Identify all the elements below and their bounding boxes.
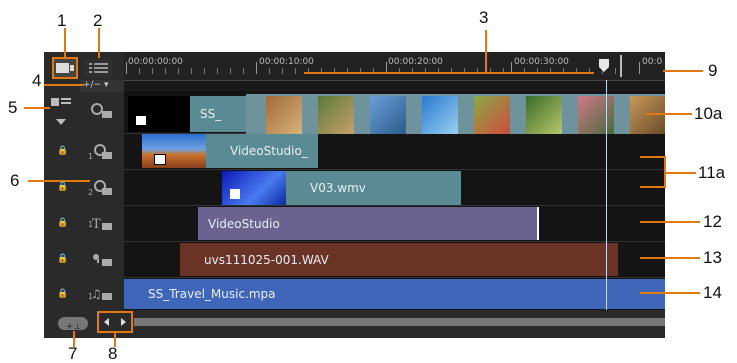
photo-clip[interactable] xyxy=(578,96,614,134)
ruler-label: 00:00:30:00 xyxy=(514,57,569,67)
lock-icon[interactable]: 🔒 xyxy=(57,146,68,156)
add-track-button[interactable]: +⊥ xyxy=(58,317,88,332)
clip-marker-icon xyxy=(154,154,166,165)
callout-line xyxy=(304,72,594,74)
time-ruler[interactable]: 00:00:00:00 00:00:10:00 00:00:20:00 00:0… xyxy=(124,52,665,81)
video-track-icon[interactable] xyxy=(86,99,118,125)
callout-line xyxy=(640,257,700,259)
callout-line xyxy=(98,28,100,58)
photo-clip[interactable] xyxy=(318,96,354,134)
zoom-label: +/− ▾ xyxy=(83,80,109,90)
voice-track-icon[interactable] xyxy=(86,247,118,273)
callout-number: 10a xyxy=(694,104,723,123)
lock-icon[interactable]: 🔒 xyxy=(57,289,68,299)
clip-label: uvs111025-001.WAV xyxy=(204,252,329,267)
callout-number: 7 xyxy=(68,344,78,363)
svg-text:T: T xyxy=(92,217,101,232)
callout-line xyxy=(640,156,666,158)
clip-label: VideoStudio xyxy=(208,216,280,231)
callout-line xyxy=(663,70,703,72)
overlay-clip-2[interactable]: V03.wmv xyxy=(286,171,461,205)
callout-number: 4 xyxy=(32,71,42,90)
callout-line xyxy=(664,172,696,174)
track-number: 1 xyxy=(88,220,94,229)
photo-clip[interactable] xyxy=(422,96,458,134)
callout-line xyxy=(44,84,84,86)
callout-line xyxy=(640,186,666,188)
ruler-label: 00:00:00:00 xyxy=(128,57,183,67)
timeline-view-button[interactable] xyxy=(84,58,112,78)
track-number: 1 xyxy=(88,292,94,301)
overlay-video-thumb[interactable] xyxy=(222,171,286,205)
clip-label: V03.wmv xyxy=(310,181,366,195)
lock-icon[interactable]: 🔒 xyxy=(57,254,68,264)
clip-label: SS_ xyxy=(200,107,222,121)
lock-icon[interactable]: 🔒 xyxy=(57,218,68,228)
timeline-scrollbar[interactable] xyxy=(134,318,665,326)
callout-number: 2 xyxy=(93,11,103,30)
photo-clip[interactable] xyxy=(266,96,302,134)
callout-line xyxy=(485,30,487,72)
callout-line xyxy=(640,221,700,223)
callout-line xyxy=(646,113,692,115)
list-icon xyxy=(89,63,108,73)
photo-clip[interactable] xyxy=(474,96,510,134)
ruler-label: 00:00:20:00 xyxy=(388,57,443,67)
callout-line xyxy=(64,28,66,58)
callout-number: 14 xyxy=(703,283,722,302)
playhead-line xyxy=(606,80,607,310)
photo-clip[interactable] xyxy=(526,96,562,134)
callout-number: 5 xyxy=(8,98,18,117)
photo-clip[interactable] xyxy=(630,96,665,134)
clip-label: VideoStudio_ xyxy=(230,144,308,158)
video-clip-title[interactable]: SS_ xyxy=(190,96,246,132)
callout-number: 3 xyxy=(479,8,489,27)
callout-number: 9 xyxy=(708,61,718,80)
callout-number: 12 xyxy=(703,212,722,231)
overlay-clip-1[interactable]: VideoStudio_ xyxy=(206,134,318,168)
callout-number: 8 xyxy=(108,344,118,363)
photo-clip[interactable] xyxy=(370,96,406,134)
track-number: 1 xyxy=(88,152,94,161)
track-manager-icon xyxy=(51,98,71,106)
multi-track-button[interactable] xyxy=(50,95,74,111)
callout-number: 11a xyxy=(698,163,726,182)
callout-number: 1 xyxy=(57,11,67,30)
callout-box xyxy=(52,57,78,79)
callout-line xyxy=(640,292,700,294)
chevron-down-icon[interactable] xyxy=(56,119,66,125)
lock-icon[interactable]: 🔒 xyxy=(57,182,68,192)
track-number: 2 xyxy=(88,188,94,197)
video-clip-black[interactable] xyxy=(128,96,190,132)
ruler-label: 00:0 xyxy=(642,57,663,67)
overlay-image-clip[interactable] xyxy=(142,134,206,168)
music-clip[interactable]: SS_Travel_Music.mpa xyxy=(124,279,665,309)
clip-marker-icon xyxy=(136,116,146,125)
callout-number: 13 xyxy=(703,248,722,267)
ruler-label: 00:00:10:00 xyxy=(259,57,314,67)
clip-label: SS_Travel_Music.mpa xyxy=(148,287,276,301)
title-clip[interactable]: VideoStudio xyxy=(198,207,539,240)
clip-marker-icon xyxy=(230,189,240,199)
callout-line xyxy=(28,180,90,182)
playhead-marker[interactable] xyxy=(598,58,610,72)
callout-number: 6 xyxy=(10,171,20,190)
callout-line xyxy=(24,107,50,109)
ruler-divider xyxy=(620,55,622,77)
voice-clip[interactable]: uvs111025-001.WAV xyxy=(180,243,618,276)
callout-box xyxy=(97,311,133,333)
